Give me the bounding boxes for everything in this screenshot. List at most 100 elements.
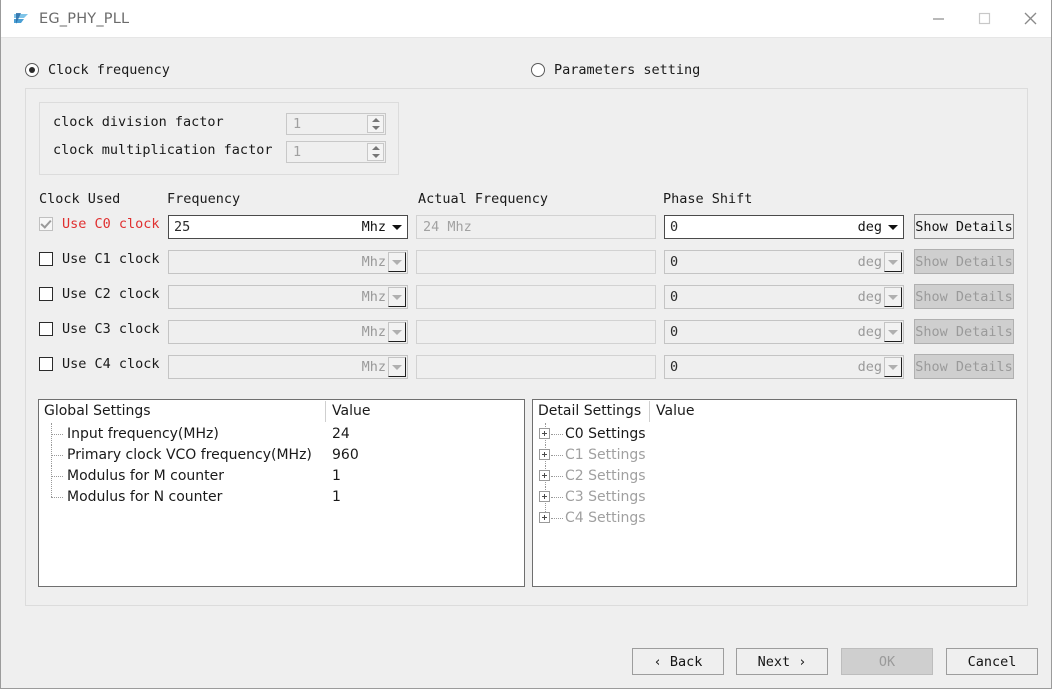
chevron-down-icon: [884, 322, 902, 342]
clock-row-c4: Use C4 clock Mhz 0 deg Show Details: [26, 354, 1029, 379]
radio-parameters-setting-label: Parameters setting: [554, 62, 701, 78]
next-button[interactable]: Next ›: [736, 648, 828, 675]
tree-row-label: C4 Settings: [565, 510, 646, 526]
detail-settings-tree[interactable]: Detail Settings Value C0 Settings C1 Set…: [532, 399, 1017, 587]
clock-row-c2: Use C2 clock Mhz 0 deg Show Details: [26, 284, 1029, 309]
use-c2-clock-label: Use C2 clock: [62, 286, 160, 302]
clock-multiplication-factor-spin-buttons[interactable]: [367, 143, 384, 161]
c0-show-details-button[interactable]: Show Details: [914, 214, 1014, 239]
tree-row-label: Input frequency(MHz): [67, 426, 219, 442]
tree-row-c3-settings[interactable]: C3 Settings: [533, 486, 1016, 508]
clock-factor-group: clock division factor 1 clock multiplica…: [39, 102, 399, 175]
c4-frequency-combo: Mhz: [168, 355, 408, 379]
minimize-icon[interactable]: [915, 0, 961, 37]
chevron-down-icon: [388, 287, 406, 307]
column-divider: [325, 401, 326, 422]
spin-down-icon[interactable]: [368, 152, 383, 160]
radio-clock-frequency[interactable]: Clock frequency: [25, 62, 170, 78]
clock-division-factor-stepper[interactable]: 1: [286, 113, 386, 135]
c0-actual-frequency-value: 24 Mhz: [423, 219, 472, 235]
checkbox-indicator: [39, 252, 53, 266]
tree-row-c0-settings[interactable]: C0 Settings: [533, 423, 1016, 445]
use-c1-clock-checkbox[interactable]: Use C1 clock: [39, 251, 160, 267]
tree-row-label: C2 Settings: [565, 468, 646, 484]
clock-multiplication-factor-stepper[interactable]: 1: [286, 141, 386, 163]
tree-row-value: 1: [332, 489, 341, 505]
back-button[interactable]: ‹ Back: [632, 648, 724, 675]
c0-phase-shift-unit: deg: [857, 219, 882, 235]
radio-parameters-setting[interactable]: Parameters setting: [531, 62, 700, 78]
checkbox-indicator: [39, 357, 53, 371]
tree-row-label: Primary clock VCO frequency(MHz): [67, 447, 312, 463]
tree-row-c2-settings[interactable]: C2 Settings: [533, 465, 1016, 487]
tree-line: [51, 434, 63, 435]
tree-row-c1-settings[interactable]: C1 Settings: [533, 444, 1016, 466]
detail-settings-col-value: Value: [656, 403, 695, 419]
tree-row-modulus-n[interactable]: Modulus for N counter 1: [39, 486, 524, 508]
c2-frequency-unit: Mhz: [361, 289, 386, 305]
expand-plus-icon[interactable]: [539, 449, 550, 460]
radio-clock-frequency-label: Clock frequency: [48, 62, 170, 78]
tree-line: [551, 476, 563, 477]
app-logo-icon: [11, 9, 31, 29]
use-c3-clock-checkbox[interactable]: Use C3 clock: [39, 321, 160, 337]
expand-plus-icon[interactable]: [539, 470, 550, 481]
close-icon[interactable]: [1007, 0, 1051, 37]
tree-row-modulus-m[interactable]: Modulus for M counter 1: [39, 465, 524, 487]
use-c0-clock-checkbox[interactable]: Use C0 clock: [39, 216, 160, 232]
clock-division-factor-spin-buttons[interactable]: [367, 115, 384, 133]
tree-row-value: 1: [332, 468, 341, 484]
cancel-button[interactable]: Cancel: [946, 648, 1038, 675]
ok-button: OK: [841, 648, 933, 675]
eg-phy-pll-dialog: EG_PHY_PLL Clock frequency Parameters se…: [0, 0, 1052, 689]
use-c3-clock-label: Use C3 clock: [62, 321, 160, 337]
expand-plus-icon[interactable]: [539, 512, 550, 523]
global-settings-tree[interactable]: Global Settings Value Input frequency(MH…: [38, 399, 525, 587]
c0-frequency-combo[interactable]: 25 Mhz: [168, 215, 408, 239]
tree-line: [551, 518, 563, 519]
tree-row-input-frequency[interactable]: Input frequency(MHz) 24: [39, 423, 524, 445]
use-c4-clock-checkbox[interactable]: Use C4 clock: [39, 356, 160, 372]
expand-plus-icon[interactable]: [539, 428, 550, 439]
title-bar: EG_PHY_PLL: [1, 0, 1051, 38]
use-c2-clock-checkbox[interactable]: Use C2 clock: [39, 286, 160, 302]
spin-up-icon[interactable]: [368, 116, 383, 124]
c3-show-details-button: Show Details: [914, 319, 1014, 344]
chevron-down-icon[interactable]: [884, 217, 902, 237]
detail-settings-header: Detail Settings Value: [533, 400, 1016, 424]
clock-row-c1: Use C1 clock Mhz 0 deg Show Details: [26, 249, 1029, 274]
global-settings-col-value: Value: [332, 403, 371, 419]
c2-actual-frequency-field: [416, 285, 656, 309]
clock-multiplication-factor-row: clock multiplication factor: [53, 142, 272, 158]
c0-frequency-value: 25: [174, 219, 191, 235]
c1-frequency-unit: Mhz: [361, 254, 386, 270]
c0-phase-shift-combo[interactable]: 0 deg: [664, 215, 904, 239]
chevron-down-icon[interactable]: [388, 217, 406, 237]
expand-plus-icon[interactable]: [539, 491, 550, 502]
c1-phase-shift-unit: deg: [857, 254, 882, 270]
clock-division-factor-label: clock division factor: [53, 114, 224, 130]
spin-up-icon[interactable]: [368, 144, 383, 152]
chevron-down-icon: [884, 252, 902, 272]
c1-phase-shift-value: 0: [670, 254, 679, 270]
tree-row-label: Modulus for M counter: [67, 468, 225, 484]
c4-frequency-unit: Mhz: [361, 359, 386, 375]
header-clock-used: Clock Used: [39, 191, 121, 207]
c3-actual-frequency-field: [416, 320, 656, 344]
maximize-icon[interactable]: [961, 0, 1007, 37]
checkbox-indicator: [39, 217, 53, 231]
window-title: EG_PHY_PLL: [39, 10, 130, 27]
clock-multiplication-factor-value: 1: [293, 144, 302, 160]
c3-frequency-combo: Mhz: [168, 320, 408, 344]
c3-frequency-unit: Mhz: [361, 324, 386, 340]
tree-row-label: C0 Settings: [565, 426, 646, 442]
spin-down-icon[interactable]: [368, 124, 383, 132]
c1-show-details-button: Show Details: [914, 249, 1014, 274]
tree-line: [51, 476, 63, 477]
tree-row-vco-frequency[interactable]: Primary clock VCO frequency(MHz) 960: [39, 444, 524, 466]
header-actual-frequency: Actual Frequency: [418, 191, 549, 207]
tree-row-value: 24: [332, 426, 350, 442]
c4-phase-shift-combo: 0 deg: [664, 355, 904, 379]
clock-division-factor-row: clock division factor: [53, 114, 224, 130]
tree-row-c4-settings[interactable]: C4 Settings: [533, 507, 1016, 529]
